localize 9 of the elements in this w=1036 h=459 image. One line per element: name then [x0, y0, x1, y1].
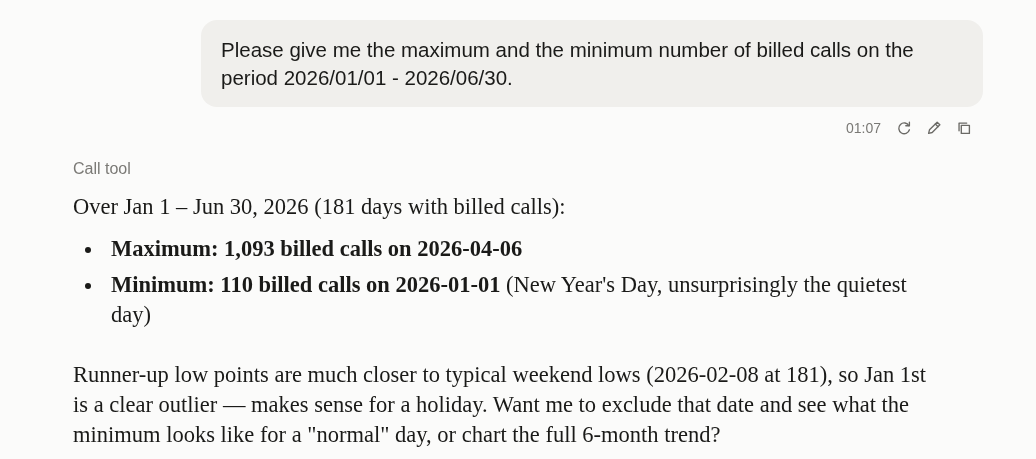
reply-paragraph: Over Jan 1 – Jun 30, 2026 (181 days with billed calls): — [73, 193, 567, 221]
list-item-text: Minimum: 110 billed calls on 2026-01-01 (New Year's Day, unsurprisingly the quietest day) — [111, 271, 908, 329]
bullet-icon — [85, 283, 91, 289]
bullet-icon — [85, 247, 91, 253]
user-message: Please give me the maximum and the minimum number of billed calls on the period 2026/01/01 - 2026/06/30. — [201, 20, 983, 107]
reply-paragraph: Runner-up low points are much closer to typical weekend lows (2026-02-08 at 181), so Jan 1st is a clear outlier — makes sense for a holiday. Want me to exclude that date and see what the minimum looks like for a "normal" day, or chart the full 6-month trend? — [73, 361, 928, 449]
tool-label[interactable]: Call tool — [73, 160, 131, 178]
message-time: 01:07 — [845, 120, 881, 136]
list-item-text: Maximum: 1,093 billed calls on 2026-04-06 — [111, 235, 524, 263]
